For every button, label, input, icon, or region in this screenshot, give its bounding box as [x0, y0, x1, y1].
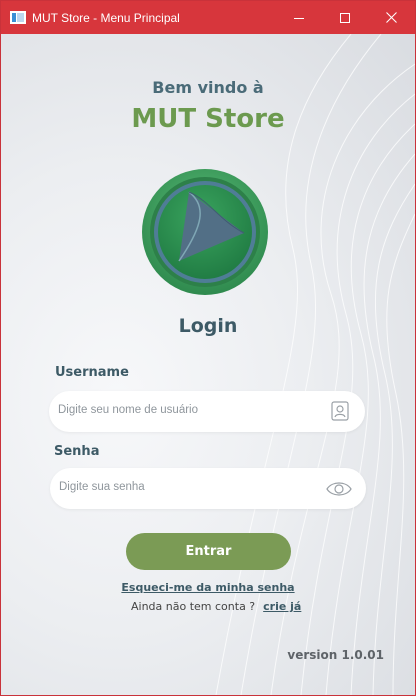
maximize-icon [340, 12, 350, 23]
close-icon [385, 12, 397, 23]
brand-title: MUT Store [131, 104, 285, 134]
username-input[interactable]: Digite seu nome de usuário [49, 391, 365, 432]
password-placeholder: Digite sua senha [59, 481, 145, 493]
app-icon [10, 11, 26, 24]
user-card-icon [331, 401, 349, 421]
app-window: MUT Store - Menu Principal Bem vindo à M… [0, 0, 416, 696]
minimize-button[interactable] [276, 1, 322, 34]
logo [142, 169, 268, 295]
close-button[interactable] [368, 1, 414, 34]
signup-prompt: Ainda não tem conta ? [131, 600, 256, 613]
username-label: Username [55, 365, 129, 380]
signup-link[interactable]: crie já [263, 600, 301, 613]
login-panel: Bem vindo à MUT Store Login Username Dig… [1, 34, 415, 695]
version-label: version 1.0.01 [287, 648, 384, 662]
username-placeholder: Digite seu nome de usuário [58, 404, 198, 416]
password-label: Senha [54, 444, 100, 459]
login-heading: Login [178, 315, 238, 337]
password-input[interactable]: Digite sua senha [50, 468, 366, 509]
welcome-text: Bem vindo à [152, 78, 264, 97]
eye-icon[interactable] [326, 479, 352, 499]
minimize-icon [294, 17, 304, 19]
window-title: MUT Store - Menu Principal [32, 11, 180, 25]
enter-button[interactable]: Entrar [126, 533, 291, 570]
maximize-button[interactable] [322, 1, 368, 34]
forgot-password-link[interactable]: Esqueci-me da minha senha [1, 581, 415, 594]
signup-row: Ainda não tem conta ? crie já [131, 600, 301, 613]
title-bar[interactable]: MUT Store - Menu Principal [1, 1, 415, 34]
